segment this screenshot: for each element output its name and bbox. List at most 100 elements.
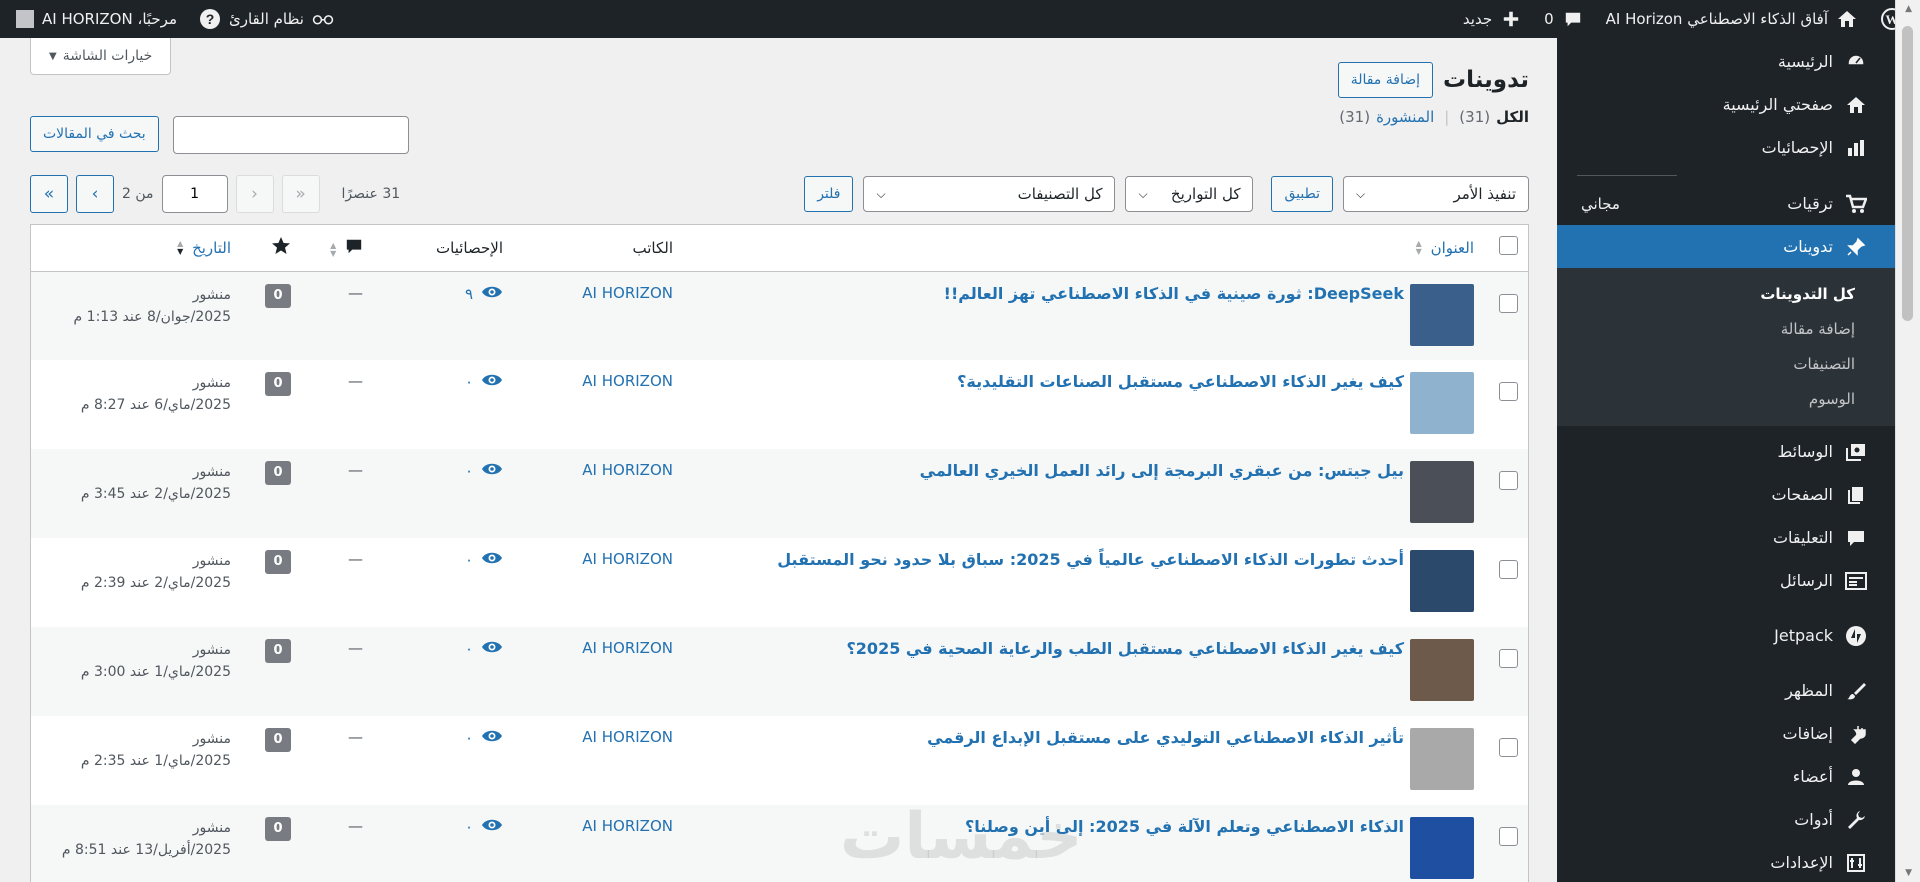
post-thumbnail[interactable] [1410,550,1474,612]
menu-comments[interactable]: التعليقات [1557,516,1895,559]
row-checkbox[interactable] [1499,649,1518,668]
column-title[interactable]: العنوان ▲ ▼ [683,225,1484,272]
submenu-tags[interactable]: الوسوم [1557,381,1895,416]
post-thumbnail[interactable] [1410,372,1474,434]
menu-users[interactable]: أعضاء [1557,755,1895,798]
add-new-post-button[interactable]: إضافة مقالة [1337,62,1433,98]
post-stats-link[interactable]: ٠ [383,817,503,837]
post-status: منشور [192,731,231,747]
dates-filter-select[interactable]: كل التواريخ ⌵ [1125,176,1254,212]
post-author-link[interactable]: AI HORIZON [582,817,673,835]
menu-feedback[interactable]: الرسائل [1557,559,1895,602]
current-page-input[interactable] [161,175,228,213]
select-all-checkbox[interactable] [1499,236,1518,256]
menu-appearance[interactable]: المظهر [1557,669,1895,712]
scrollbar-thumb[interactable] [1902,26,1913,321]
post-stats-link[interactable]: ٠ [383,550,503,570]
submenu-add-post[interactable]: إضافة مقالة [1557,311,1895,346]
post-title-link[interactable]: كيف يغير الذكاء الاصطناعي مستقبل الطب وا… [847,639,1404,658]
menu-media[interactable]: الوسائط [1557,430,1895,473]
post-author-link[interactable]: AI HORIZON [582,284,673,302]
post-comments-value: — [348,639,363,657]
author-cell: AI HORIZON [513,449,683,538]
admin-sidebar: الرئيسية صفحتي الرئيسية الإحصائيات ترقيا… [1557,38,1895,882]
brush-icon [1845,680,1867,702]
scroll-down-arrow-icon[interactable]: ▼ [1905,868,1912,878]
author-cell: AI HORIZON [513,805,683,882]
next-page-icon[interactable]: › [76,175,114,213]
menu-stats[interactable]: الإحصائيات [1557,126,1895,169]
menu-dashboard[interactable]: الرئيسية [1557,40,1895,83]
post-thumbnail[interactable] [1410,728,1474,790]
comments-link[interactable]: 0 [1544,8,1584,30]
scroll-up-arrow-icon[interactable]: ▲ [1905,4,1912,14]
search-input[interactable] [172,116,409,154]
reader-mode-link[interactable]: نظام القارئ ? [199,8,334,30]
menu-pages[interactable]: الصفحات [1557,473,1895,516]
apply-button[interactable]: تطبيق [1271,176,1333,212]
svg-text:?: ? [206,11,215,27]
categories-filter-select[interactable]: كل التصنيفات ⌵ [863,176,1116,212]
post-stats-link[interactable]: ٠ [383,728,503,748]
post-author-link[interactable]: AI HORIZON [582,550,673,568]
post-title-link[interactable]: DeepSeek: ثورة صينية في الذكاء الاصطناعي… [944,284,1404,303]
post-thumbnail[interactable] [1410,283,1474,346]
author-cell: AI HORIZON [513,627,683,716]
menu-my-home[interactable]: صفحتي الرئيسية [1557,83,1895,126]
post-author-link[interactable]: AI HORIZON [582,461,673,479]
menu-tools[interactable]: أدوات [1557,798,1895,841]
row-checkbox[interactable] [1499,382,1518,401]
column-title-label[interactable]: العنوان [1431,239,1474,257]
post-status: منشور [192,553,231,569]
help-icon[interactable]: ? [199,8,221,30]
post-date: 2025/ماي/2 عند 2:39 م [80,575,231,592]
author-cell: AI HORIZON [513,538,683,627]
account-link[interactable]: مرحبًا، AI HORIZON [16,10,177,28]
watermark-logo: خمسات [840,800,1083,874]
eye-icon [481,284,503,304]
post-title-link[interactable]: كيف يغير الذكاء الاصطناعي مستقبل الصناعا… [957,372,1404,391]
filter-button[interactable]: فلتر [804,176,854,212]
post-stats-link[interactable]: ٩ [383,284,503,304]
post-stats-link[interactable]: ٠ [383,372,503,392]
post-author-link[interactable]: AI HORIZON [582,639,673,657]
row-checkbox[interactable] [1499,471,1518,490]
menu-posts[interactable]: تدوينات [1557,225,1895,268]
post-stats-link[interactable]: ٠ [383,639,503,659]
column-date-label[interactable]: التاريخ [192,239,231,257]
column-date[interactable]: التاريخ ▲ ▼ [31,225,241,272]
post-stats-link[interactable]: ٠ [383,461,503,481]
search-posts-button[interactable]: بحث في المقالات [30,116,159,152]
site-name-link[interactable]: آفاق الذكاء الاصطناعي AI Horizon [1606,8,1858,30]
post-title-link[interactable]: بيل جيتس: من عبقري البرمجة إلى رائد العم… [920,461,1404,480]
row-checkbox[interactable] [1499,827,1518,846]
submenu-all-posts[interactable]: كل التدوينات [1557,276,1895,311]
post-thumbnail[interactable] [1410,461,1474,523]
row-checkbox[interactable] [1499,293,1518,313]
post-thumbnail[interactable] [1410,817,1474,879]
view-published[interactable]: المنشورة [1376,108,1434,126]
submenu-categories[interactable]: التصنيفات [1557,346,1895,381]
view-all[interactable]: الكل [1496,108,1529,126]
menu-plugins[interactable]: إضافات [1557,712,1895,755]
menu-label: Jetpack [1774,626,1833,645]
view-all-label: الكل [1496,108,1529,126]
comments-cell: — [301,627,373,716]
row-checkbox[interactable] [1499,560,1518,579]
post-author-link[interactable]: AI HORIZON [582,372,673,390]
menu-upgrades[interactable]: ترقيات مجاني [1557,182,1895,225]
post-author-link[interactable]: AI HORIZON [582,728,673,746]
stats-cell: ٠ [373,360,513,449]
screen-options-button[interactable]: خيارات الشاشة ▼ [30,38,172,75]
column-comments[interactable]: ▲ ▼ [301,225,373,272]
page-scrollbar[interactable]: ▲ ▼ [1895,0,1920,882]
menu-jetpack[interactable]: Jetpack [1557,614,1895,657]
new-content-link[interactable]: جديد [1463,8,1522,30]
bulk-action-select[interactable]: تنفيذ الأمر ⌵ [1343,176,1529,212]
row-checkbox[interactable] [1499,738,1518,757]
post-thumbnail[interactable] [1410,639,1474,701]
post-title-link[interactable]: أحدث تطورات الذكاء الاصطناعي عالمياً في … [777,550,1404,569]
last-page-icon[interactable]: » [30,175,68,213]
post-title-link[interactable]: تأثير الذكاء الاصطناعي التوليدي على مستق… [927,728,1404,747]
menu-settings[interactable]: الإعدادات [1557,841,1895,882]
